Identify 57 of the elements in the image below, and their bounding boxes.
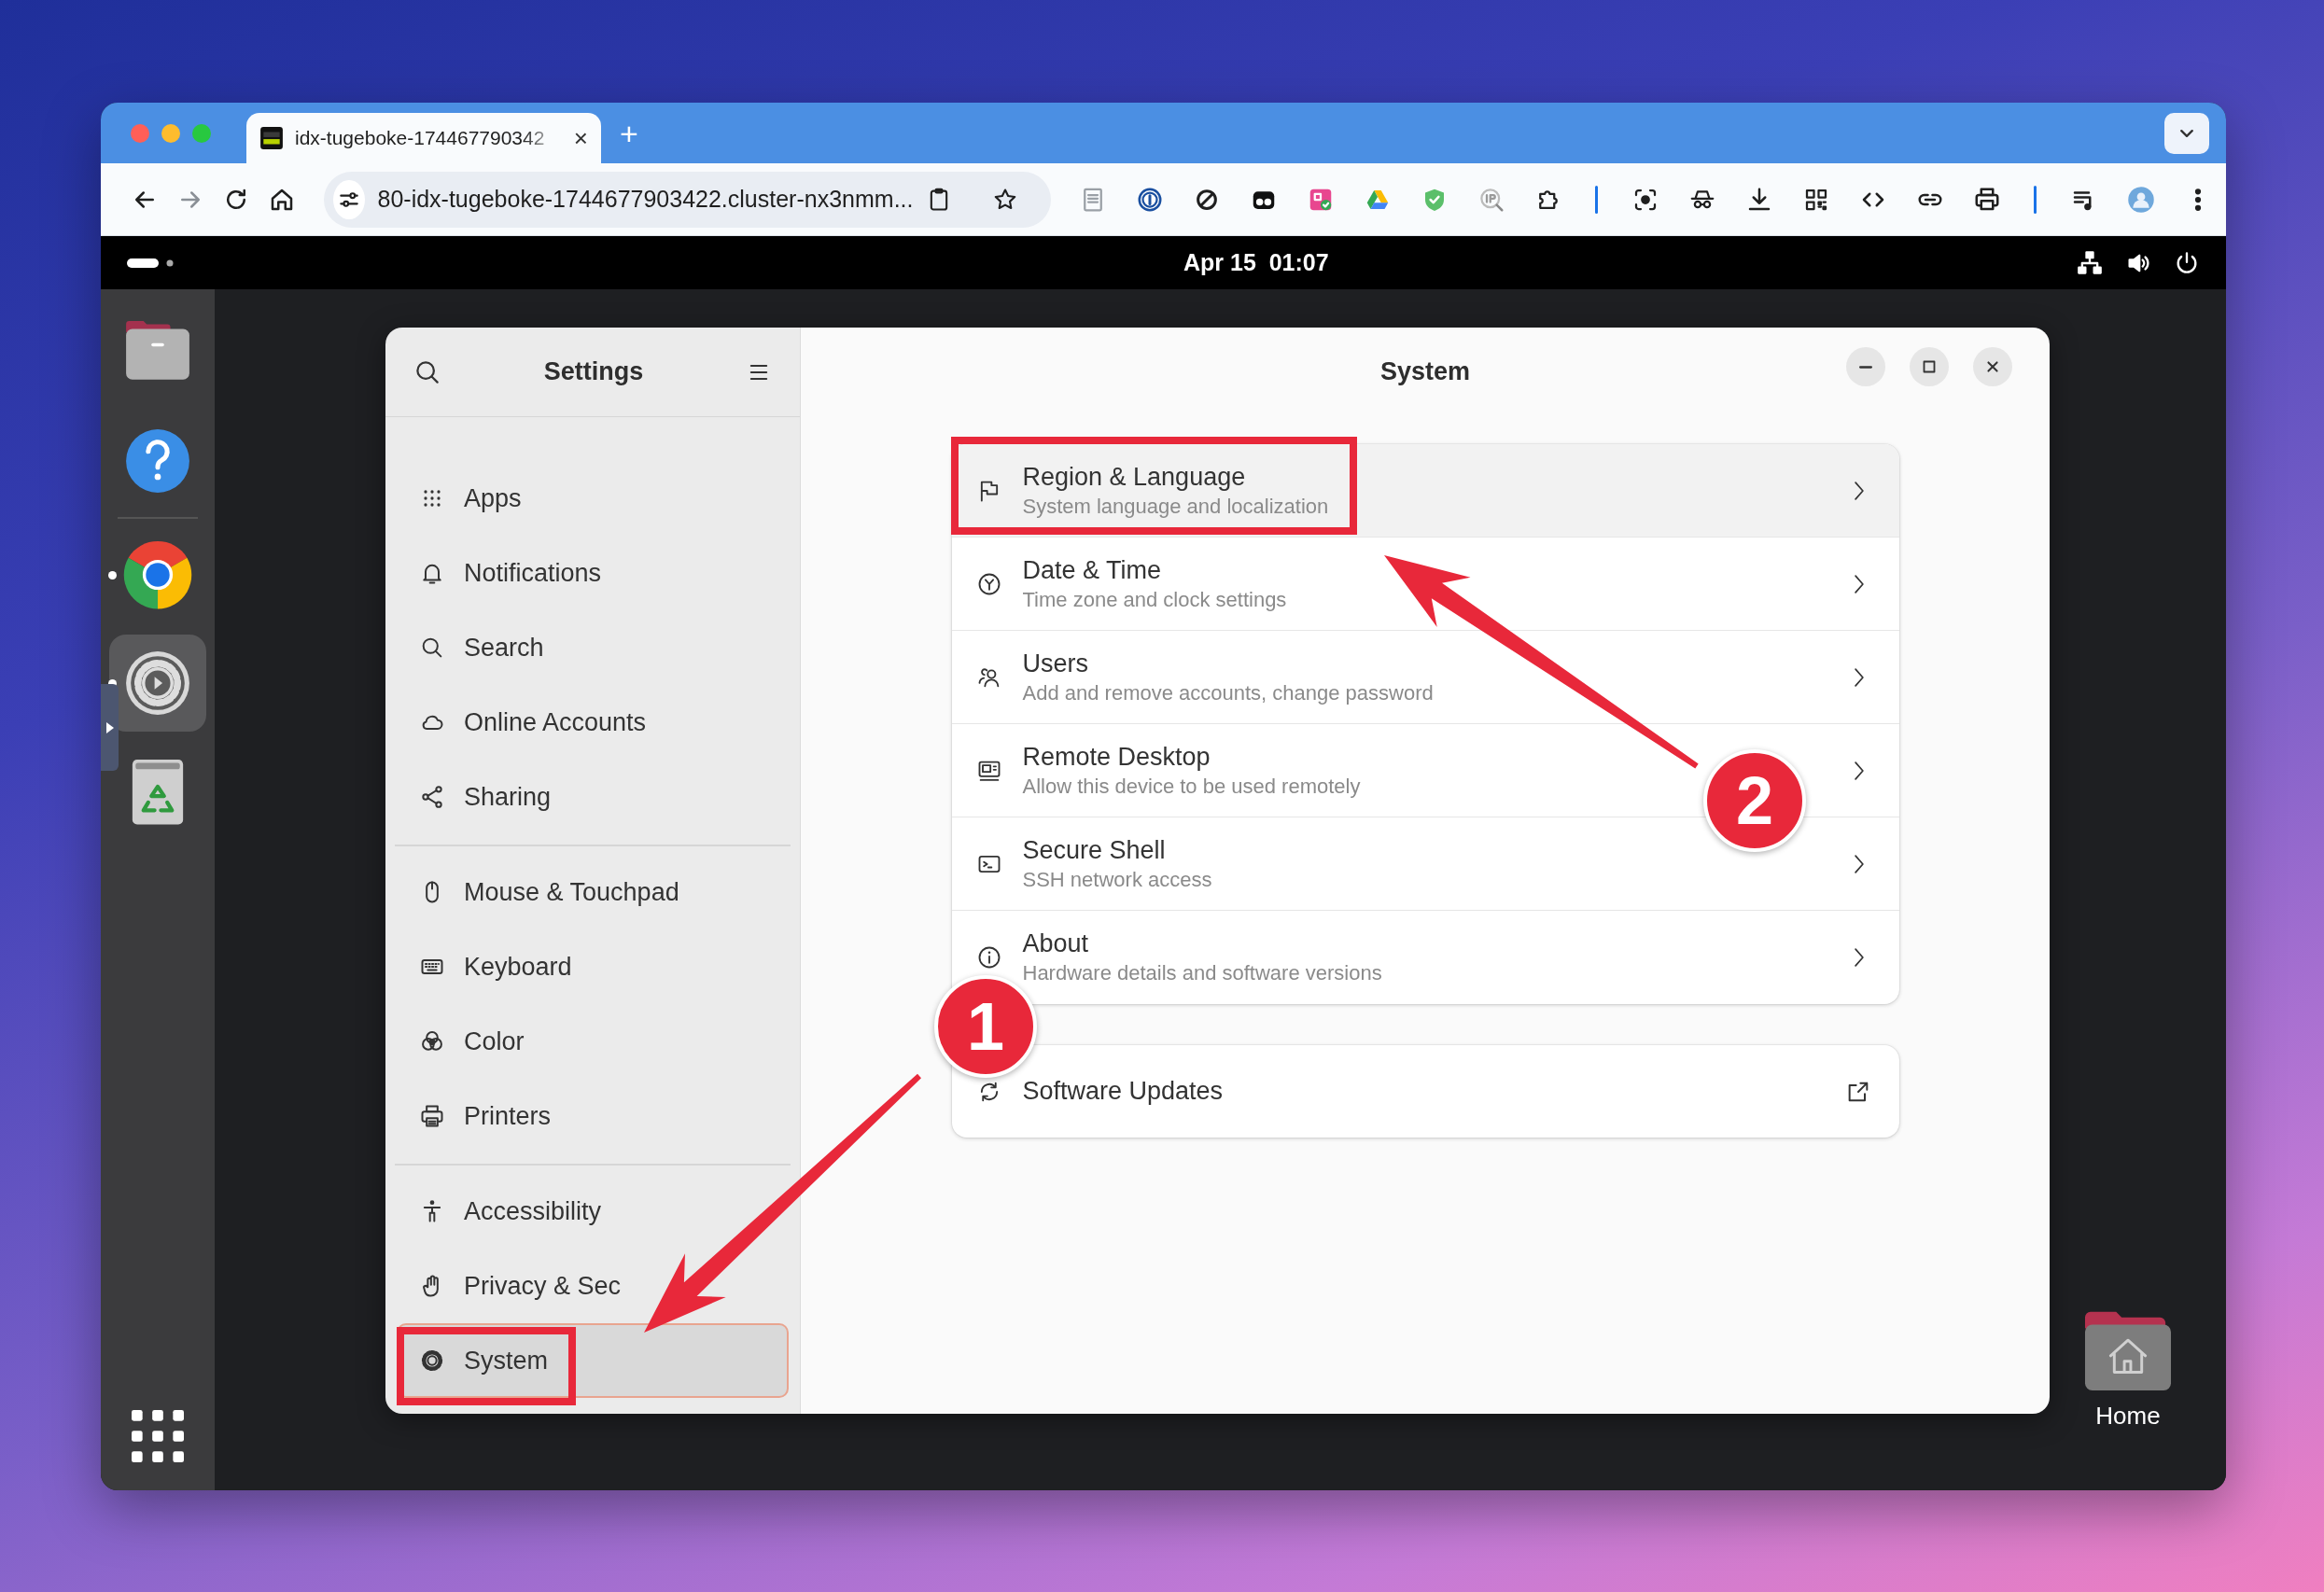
row-title: Remote Desktop: [1022, 742, 1211, 772]
minimize-icon: [1859, 365, 1872, 369]
site-info-button[interactable]: [333, 179, 365, 219]
sidebar-item[interactable]: Color: [397, 1004, 789, 1079]
side-panel-handle[interactable]: [101, 684, 119, 771]
row-title: Date & Time: [1022, 555, 1163, 585]
sidebar-item[interactable]: Keyboard: [397, 929, 789, 1004]
row-description: SSH network access: [1022, 867, 1213, 892]
row-description: Time zone and clock settings: [1022, 587, 1288, 612]
share-icon: [419, 784, 445, 810]
sidebar-item[interactable]: Accessibility: [397, 1174, 789, 1249]
row-description: Allow this device to be used remotely: [1022, 774, 1362, 799]
row-title: Users: [1022, 649, 1089, 678]
settings-row[interactable]: Region & Language System language and localization: [951, 444, 1899, 538]
chevron-right-icon: [1854, 667, 1864, 687]
site-favicon-icon: [259, 126, 284, 150]
row-title: Region & Language: [1022, 462, 1247, 492]
tab-close-button[interactable]: ×: [573, 126, 588, 150]
desktop-icon-label[interactable]: Home: [2095, 1402, 2161, 1431]
row-title: About: [1022, 929, 1090, 958]
sidebar-item[interactable]: Apps: [397, 461, 789, 536]
sidebar-title: Settings: [542, 357, 645, 386]
row-description: System language and localization: [1022, 494, 1330, 519]
clock[interactable]: Apr 15 01:07: [1183, 236, 1329, 289]
panel-title: System: [1379, 357, 1471, 386]
browser-tab[interactable]: idx-tugeboke-174467790342 ×: [246, 113, 601, 163]
sidebar-item[interactable]: Sharing: [397, 760, 789, 834]
chevron-down-icon: [2180, 130, 2193, 137]
tab-search-button[interactable]: [2164, 113, 2209, 154]
sidebar-item[interactable]: Privacy & Sec: [397, 1249, 789, 1323]
row-title: Software Updates: [1022, 1077, 1225, 1106]
active-item-highlight[interactable]: [109, 635, 206, 732]
play-icon: [104, 719, 116, 735]
chevron-right-icon: [1854, 761, 1864, 780]
chevron-right-icon: [1854, 481, 1864, 500]
row-description: Add and remove accounts, change password: [1022, 680, 1435, 705]
app-grid-icon[interactable]: [132, 1410, 184, 1462]
sidebar-item[interactable]: Search: [397, 610, 789, 685]
round-logo-icon[interactable]: [121, 538, 194, 611]
address-field[interactable]: 80-idx-tugeboke-1744677903422.cluster-nx3nmm...: [324, 171, 1051, 228]
sidebar-item[interactable]: Notifications: [397, 536, 789, 610]
sidebar-item[interactable]: Online Accounts: [397, 685, 789, 760]
sidebar-item[interactable]: Printers: [397, 1079, 789, 1153]
sidebar-item[interactable]: System: [397, 1323, 789, 1398]
chevron-right-icon: [1854, 854, 1864, 873]
chevron-right-icon: [1854, 948, 1864, 967]
chevron-right-icon: [1854, 574, 1864, 594]
tab-title: idx-tugeboke-174467790342: [295, 127, 546, 149]
gear-icon: [419, 1348, 445, 1374]
network-icon[interactable]: [2077, 249, 2103, 276]
close-button[interactable]: [1973, 347, 2012, 386]
maximize-button[interactable]: [1910, 347, 1949, 386]
sidebar-item[interactable]: Mouse & Touchpad: [397, 855, 789, 929]
minimize-button[interactable]: [1846, 347, 1885, 386]
printer-icon: [419, 1103, 445, 1129]
row-title: Secure Shell: [1022, 835, 1167, 865]
workspace-indicator-icon[interactable]: [127, 256, 175, 270]
